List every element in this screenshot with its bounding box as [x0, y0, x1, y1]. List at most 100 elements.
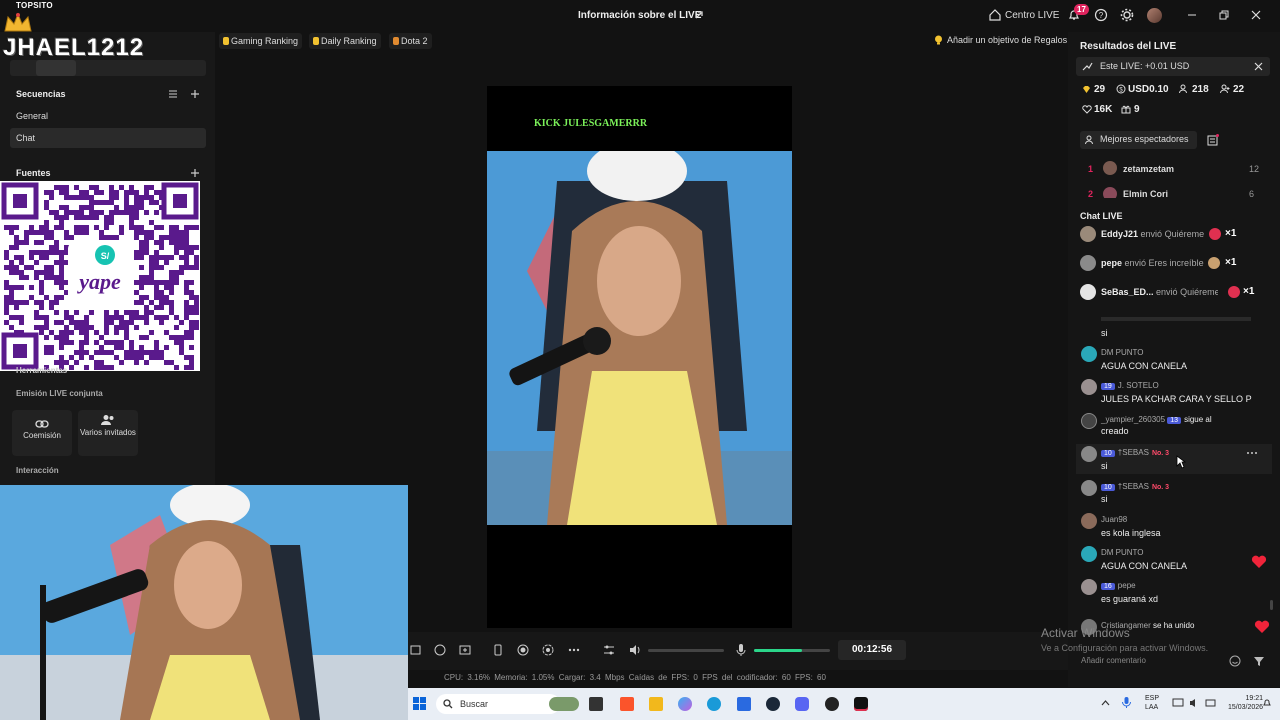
qr-module: [59, 295, 64, 300]
file-explorer-icon[interactable]: [649, 697, 663, 711]
qr-module: [59, 185, 64, 190]
msg-name[interactable]: _yampier_260305 13 sigue al: [1101, 415, 1212, 424]
message-more-icon[interactable]: [1246, 450, 1258, 456]
msg-name[interactable]: 16 pepe: [1101, 581, 1136, 590]
gaming-ranking-chip[interactable]: Gaming Ranking: [219, 33, 303, 49]
msg-name[interactable]: DM PUNTO: [1101, 548, 1144, 557]
msg-name[interactable]: DM PUNTO: [1101, 348, 1144, 357]
mic-tray-icon[interactable]: [1122, 697, 1131, 709]
chat-list[interactable]: si DM PUNTO AGUA CON CANELA 19 J. SOTELO …: [1076, 312, 1272, 654]
battery-icon[interactable]: [1205, 698, 1217, 708]
microphone-icon[interactable]: [734, 643, 748, 657]
qr-module: [54, 225, 59, 230]
close-banner-icon[interactable]: [1254, 62, 1263, 71]
qr-module: [179, 230, 184, 235]
daily-ranking-chip[interactable]: Daily Ranking: [309, 33, 381, 49]
rank-1-name[interactable]: zetamzetam: [1123, 164, 1174, 174]
varios-invitados-label: Varios invitados: [80, 428, 136, 437]
add-gift-goal-button[interactable]: Añadir un objetivo de Regalos: [947, 35, 1067, 45]
volume-slider[interactable]: [648, 649, 724, 652]
qr-module: [84, 215, 89, 220]
widget-icon[interactable]: [549, 697, 579, 711]
copilot-icon[interactable]: [678, 697, 692, 711]
add-media-icon[interactable]: [458, 643, 472, 657]
task-view-icon[interactable]: [589, 697, 603, 711]
qr-module: [64, 185, 69, 190]
discord-icon[interactable]: [795, 697, 809, 711]
notifications-tray-icon[interactable]: [1262, 698, 1272, 708]
scene-general[interactable]: General: [16, 111, 48, 121]
taskbar-clock[interactable]: 19:21 15/03/2026: [1228, 694, 1263, 712]
qr-module: [154, 295, 159, 300]
qr-module: [69, 320, 74, 325]
store-icon[interactable]: [737, 697, 751, 711]
list-detail-icon[interactable]: [1207, 134, 1219, 146]
msg-name[interactable]: Juan98: [1101, 515, 1127, 524]
qr-module: [104, 320, 109, 325]
qr-module: [64, 235, 69, 240]
volume-tray-icon[interactable]: [1189, 698, 1200, 708]
qr-module: [164, 330, 169, 335]
tiktok-live-icon[interactable]: [854, 697, 868, 711]
vertical-layout-button[interactable]: [36, 60, 76, 76]
network-icon[interactable]: [1172, 698, 1184, 708]
qr-module: [169, 230, 174, 235]
coemision-button[interactable]: Coemisión: [12, 410, 72, 456]
qr-module: [179, 270, 184, 275]
home-icon[interactable]: [988, 8, 1002, 22]
qr-module: [169, 360, 174, 365]
qr-module: [99, 335, 104, 340]
more-icon[interactable]: [567, 643, 581, 657]
obs-icon[interactable]: [825, 697, 839, 711]
qr-module: [164, 255, 169, 260]
phone-icon[interactable]: [491, 643, 505, 657]
scene-chat[interactable]: Chat: [16, 133, 35, 143]
qr-module: [59, 250, 64, 255]
profile-avatar[interactable]: [1147, 8, 1162, 23]
list-icon[interactable]: [168, 89, 178, 99]
qr-module: [124, 355, 129, 360]
emoji-icon[interactable]: [1229, 655, 1241, 667]
taskbar-search[interactable]: Buscar: [436, 694, 560, 714]
scene-chat-row[interactable]: [10, 128, 206, 148]
language-indicator[interactable]: ESP LAA: [1145, 694, 1159, 712]
speaker-icon[interactable]: [628, 643, 642, 657]
qr-module: [114, 340, 119, 345]
chevron-up-icon[interactable]: [1101, 699, 1110, 708]
qr-module: [189, 225, 194, 230]
edge-icon[interactable]: [707, 697, 721, 711]
help-icon[interactable]: ?: [1094, 8, 1108, 22]
dota2-chip[interactable]: Dota 2: [389, 33, 432, 49]
chat-scrollbar[interactable]: [1270, 600, 1273, 610]
brave-icon[interactable]: [620, 697, 634, 711]
qr-module: [194, 225, 199, 230]
gear-icon[interactable]: [1120, 8, 1134, 22]
settings-sliders-icon[interactable]: [602, 643, 616, 657]
windows-start-icon[interactable]: [413, 697, 426, 710]
record-icon[interactable]: [516, 643, 530, 657]
gift-row: SeBas_ED... envió Quiéreme ×1: [1080, 284, 1270, 300]
msg-name[interactable]: 19 J. SOTELO: [1101, 381, 1159, 390]
top-viewers-button[interactable]: Mejores espectadores: [1080, 131, 1197, 149]
qr-module: [154, 250, 159, 255]
varios-invitados-button[interactable]: Varios invitados: [78, 410, 138, 456]
qr-module: [154, 260, 159, 265]
capture-icon[interactable]: [541, 643, 555, 657]
add-source-icon[interactable]: [190, 168, 200, 178]
steam-icon[interactable]: [766, 697, 780, 711]
minimize-icon[interactable]: [1185, 8, 1199, 22]
comment-input[interactable]: Añadir comentario: [1076, 653, 1246, 669]
rank-2-row[interactable]: 2 Elmin Cori 6: [1076, 186, 1270, 198]
filter-icon[interactable]: [1253, 655, 1265, 667]
centro-live-button[interactable]: Centro LIVE: [1005, 10, 1059, 21]
effects-icon[interactable]: [409, 643, 423, 657]
ai-icon[interactable]: [433, 643, 447, 657]
layout-toggle[interactable]: [10, 60, 206, 76]
msg-name[interactable]: 10 †SEBAS No. 3: [1101, 482, 1169, 491]
restore-icon[interactable]: [1217, 8, 1231, 22]
close-icon[interactable]: [1249, 8, 1263, 22]
msg-name[interactable]: 10 †SEBAS No. 3: [1101, 448, 1169, 457]
share-icon[interactable]: [694, 9, 706, 21]
add-scene-icon[interactable]: [190, 89, 200, 99]
qr-module: [169, 225, 174, 230]
